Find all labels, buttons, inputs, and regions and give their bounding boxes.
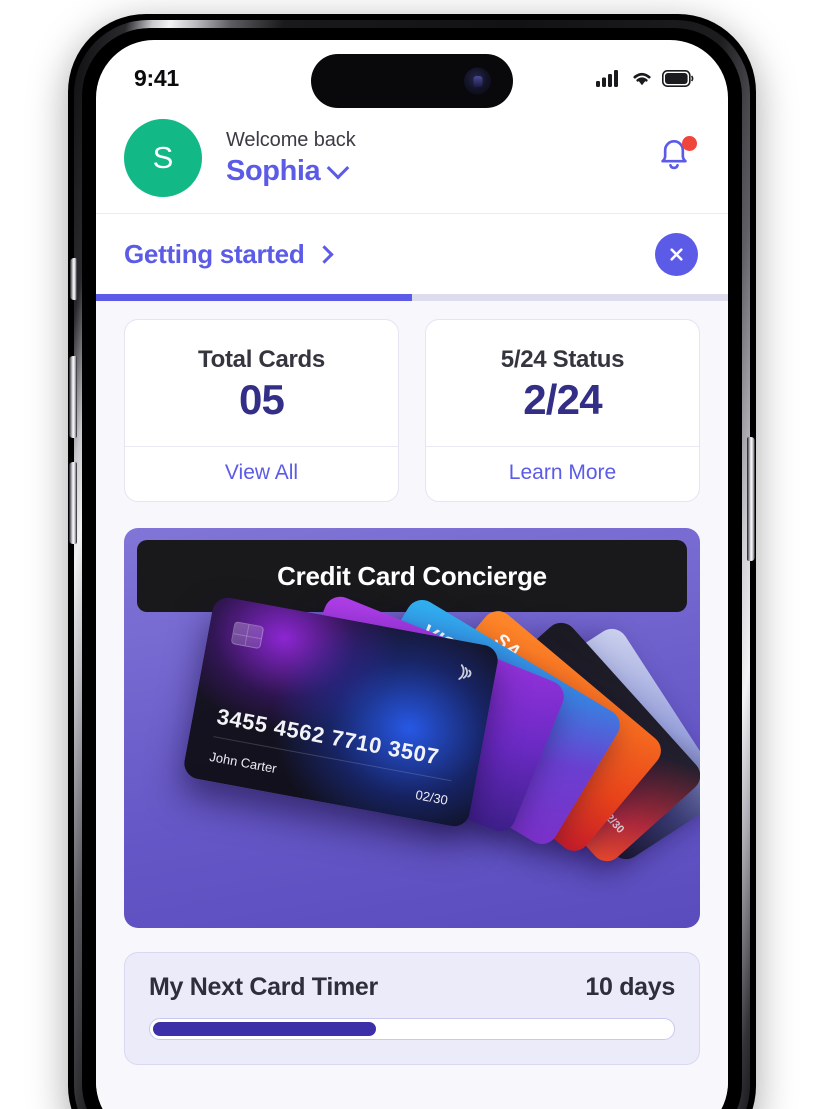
volume-up-button[interactable] [69, 356, 77, 438]
onboarding-progress-fill [96, 294, 412, 301]
stat-card-total-cards: Total Cards 05 View All [124, 319, 399, 502]
status-bar-clock: 9:41 [134, 64, 179, 91]
getting-started-bar: Getting started [96, 214, 728, 294]
timer-header-row: My Next Card Timer 10 days [149, 973, 675, 1002]
main-content: Total Cards 05 View All 5/24 Status 2/24… [96, 301, 728, 1109]
getting-started-link[interactable]: Getting started [124, 238, 335, 270]
stat-value: 2/24 [523, 376, 602, 423]
notification-button[interactable] [654, 135, 698, 180]
credit-card-concierge-panel[interactable]: Credit Card Concierge JOHN CARTER John C… [124, 528, 700, 928]
view-all-link: View All [224, 461, 299, 484]
stat-card-footer[interactable]: Learn More [426, 446, 699, 501]
close-button[interactable] [655, 232, 698, 276]
stat-card-body: 5/24 Status 2/24 [426, 320, 699, 446]
learn-more-link: Learn More [508, 461, 617, 484]
stat-cards-row: Total Cards 05 View All 5/24 Status 2/24… [124, 319, 700, 502]
power-button[interactable] [747, 437, 755, 561]
timer-title: My Next Card Timer [149, 973, 378, 1001]
getting-started-label: Getting started [124, 238, 305, 269]
user-name: Sophia [226, 154, 321, 187]
volume-down-button[interactable] [69, 462, 77, 544]
stat-card-body: Total Cards 05 [125, 320, 398, 446]
timer-progress-bar [149, 1018, 675, 1040]
timer-progress-fill [153, 1022, 376, 1036]
onboarding-progress-bar [96, 294, 728, 301]
front-camera-icon [464, 67, 491, 95]
close-icon [670, 247, 683, 261]
status-bar-indicators [596, 69, 694, 87]
emv-chip-icon [230, 621, 265, 650]
chevron-right-icon [315, 244, 335, 264]
wifi-icon [633, 72, 651, 86]
user-switcher[interactable]: Sophia [226, 155, 654, 188]
next-card-timer-card: My Next Card Timer 10 days [124, 952, 700, 1065]
welcome-label: Welcome back [226, 128, 356, 151]
avatar[interactable]: S [124, 118, 202, 197]
silent-switch-button[interactable] [70, 258, 77, 300]
stat-card-524-status: 5/24 Status 2/24 Learn More [425, 319, 700, 502]
notification-badge [682, 135, 697, 151]
contactless-payment-icon [458, 664, 472, 680]
card-holder-name: John Carter [208, 748, 278, 777]
concierge-title: Credit Card Concierge [277, 560, 547, 591]
cellular-signal-icon [596, 70, 618, 87]
card-expiry: 02/30 [414, 787, 450, 808]
timer-days-remaining: 10 days [585, 973, 675, 1001]
app-header: S Welcome back Sophia [96, 102, 728, 214]
battery-icon [662, 69, 694, 87]
stat-value: 05 [238, 376, 285, 423]
screenshot-stage: 9:41 S Welcome back Sophia Getting start… [0, 0, 824, 1109]
phone-screen: 9:41 S Welcome back Sophia Getting start… [96, 40, 728, 1109]
stat-card-footer[interactable]: View All [125, 446, 398, 501]
card-stack: JOHN CARTER John Carter 02/30 SA VISA 07 [124, 591, 700, 928]
avatar-initial: S [152, 139, 174, 175]
welcome-block: Welcome back Sophia [226, 128, 654, 188]
chevron-down-icon [326, 156, 350, 180]
dynamic-island [311, 54, 513, 108]
stat-title: Total Cards [198, 346, 325, 373]
stat-title: 5/24 Status [500, 346, 625, 373]
